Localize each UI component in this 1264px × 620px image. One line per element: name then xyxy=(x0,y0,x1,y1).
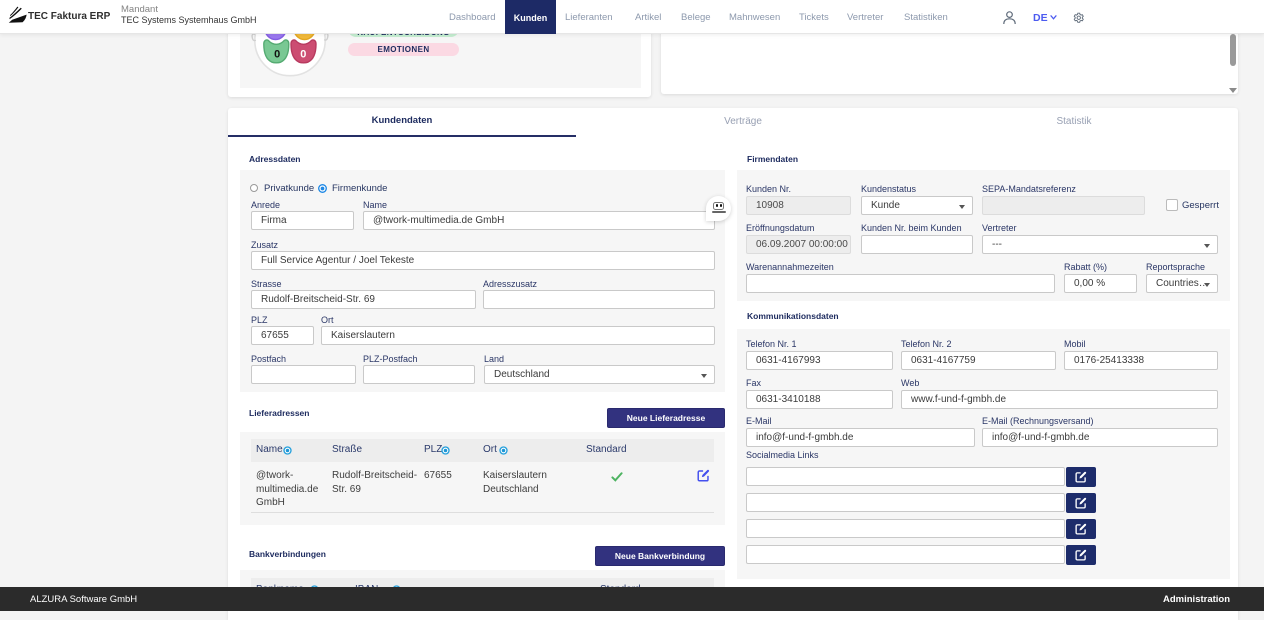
svg-text:0: 0 xyxy=(300,49,306,61)
svg-text:0: 0 xyxy=(274,49,280,61)
